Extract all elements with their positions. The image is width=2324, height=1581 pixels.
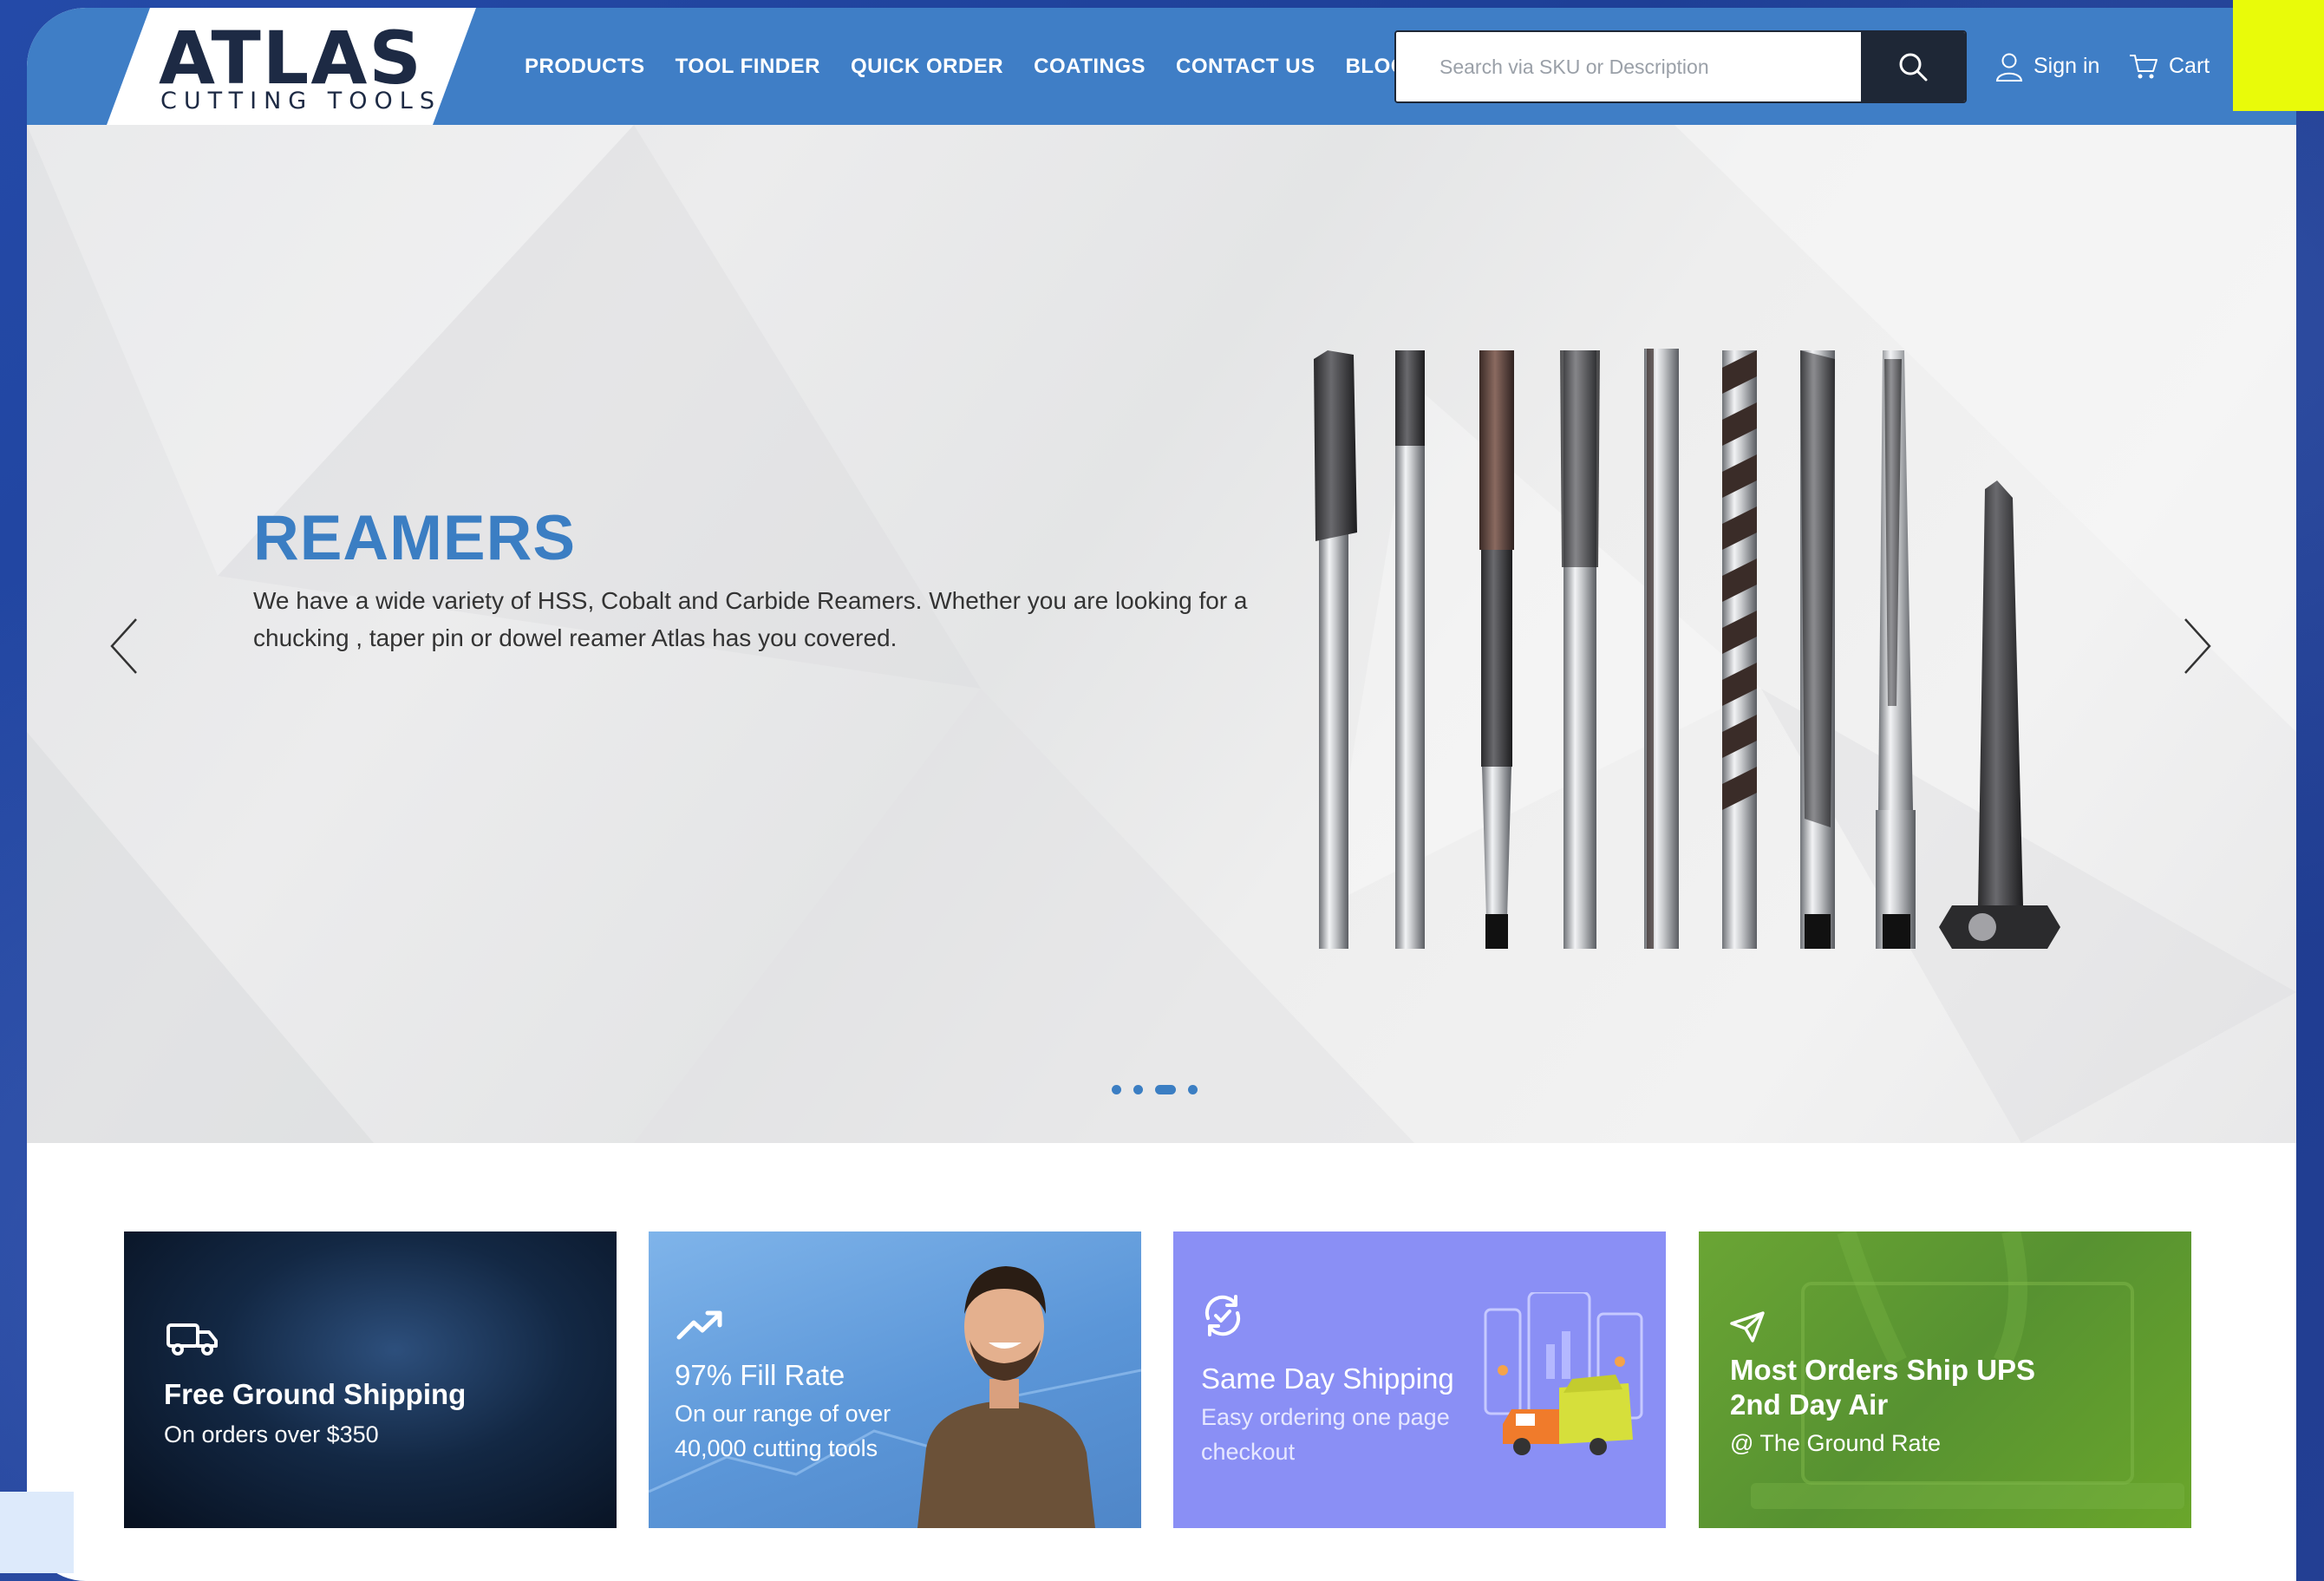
trend-up-icon [676, 1310, 722, 1340]
cart-link[interactable]: Cart [2129, 8, 2210, 125]
nav-tool-finder[interactable]: TOOL FINDER [676, 55, 820, 79]
sign-in-link[interactable]: Sign in [1995, 8, 2099, 125]
cart-label: Cart [2169, 54, 2210, 78]
feature-card-ups[interactable]: Most Orders Ship UPS 2nd Day Air @ The G… [1699, 1231, 2191, 1528]
hero-carousel: REAMERS We have a wide variety of HSS, C… [27, 125, 2296, 1143]
nav-quick-order[interactable]: QUICK ORDER [851, 55, 1003, 79]
feature-title: 97% Fill Rate [675, 1359, 845, 1391]
user-icon [1995, 53, 2023, 82]
chevron-right-icon [2184, 618, 2211, 674]
cart-icon [2130, 54, 2158, 78]
carousel-dot-4[interactable] [1188, 1085, 1198, 1094]
carousel-dot-1[interactable] [1112, 1085, 1121, 1094]
hero-description: We have a wide variety of HSS, Cobalt an… [253, 587, 1248, 651]
feature-card-free-shipping[interactable]: Free Ground Shipping On orders over $350 [124, 1231, 617, 1528]
refresh-check-icon [1204, 1295, 1241, 1336]
feature-card-fill-rate[interactable]: 97% Fill Rate On our range of over 40,00… [649, 1231, 1141, 1528]
carousel-next-button[interactable] [2171, 607, 2223, 685]
feature-subtitle: On our range of over 40,000 cutting tool… [675, 1401, 891, 1461]
site-header: ATLAS CUTTING TOOLS PRODUCTS TOOL FINDER… [27, 8, 2296, 125]
reamers-product-image [1314, 349, 2060, 949]
feature-subtitle: Easy ordering one page checkout [1201, 1404, 1450, 1465]
browser-frame: ATLAS CUTTING TOOLS PRODUCTS TOOL FINDER… [27, 8, 2296, 1581]
sign-in-label: Sign in [2034, 54, 2100, 78]
shipping-illustration [1484, 1292, 1643, 1455]
search-icon [1899, 53, 1928, 82]
feature-title: Most Orders Ship UPS 2nd Day Air [1730, 1354, 2036, 1421]
search-button[interactable] [1861, 32, 1965, 101]
feature-title: Same Day Shipping [1201, 1362, 1454, 1395]
nav-products[interactable]: PRODUCTS [525, 55, 645, 79]
feature-title: Free Ground Shipping [164, 1378, 467, 1410]
hero-title: REAMERS [253, 503, 577, 573]
feature-subtitle: @ The Ground Rate [1730, 1430, 1942, 1456]
corner-widget [0, 1492, 74, 1573]
main-nav: PRODUCTS TOOL FINDER QUICK ORDER COATING… [525, 8, 1407, 125]
search-box [1394, 30, 1967, 103]
yellow-corner-highlight [2233, 0, 2324, 111]
nav-contact-us[interactable]: CONTACT US [1176, 55, 1315, 79]
nav-coatings[interactable]: COATINGS [1034, 55, 1146, 79]
carousel-prev-button[interactable] [98, 607, 150, 685]
chevron-left-icon [110, 618, 137, 674]
paper-plane-icon [1730, 1311, 1765, 1343]
truck-icon [166, 1323, 218, 1356]
feature-subtitle: On orders over $350 [164, 1421, 379, 1447]
logo-tagline: CUTTING TOOLS [160, 88, 441, 114]
carousel-indicators [1112, 1085, 1198, 1094]
search-input[interactable] [1396, 32, 1864, 101]
feature-card-same-day[interactable]: Same Day Shipping Easy ordering one page… [1173, 1231, 1666, 1528]
carousel-dot-3[interactable] [1155, 1085, 1176, 1094]
brand-logo[interactable]: ATLAS CUTTING TOOLS [107, 8, 476, 125]
carousel-dot-2[interactable] [1133, 1085, 1143, 1094]
